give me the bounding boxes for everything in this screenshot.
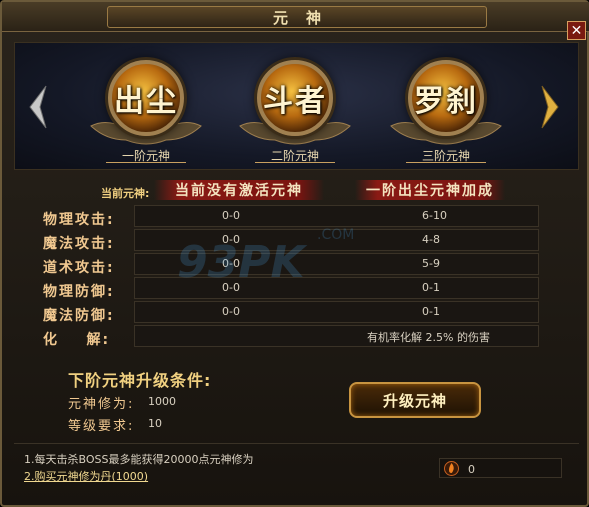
- tier-glyph: 斗者: [257, 60, 333, 136]
- tier-2-orb[interactable]: 斗者 二阶元神: [235, 60, 355, 170]
- tier-3-orb[interactable]: 罗刹 三阶元神: [386, 60, 506, 170]
- stat-current: 0-0: [222, 305, 240, 318]
- stat-next: 6-10: [422, 209, 447, 222]
- stat-current: 0-0: [222, 281, 240, 294]
- requirement-value: 10: [148, 417, 162, 430]
- buy-link[interactable]: 2.购买元神修为丹(1000): [24, 468, 148, 484]
- stat-cell: [134, 229, 539, 251]
- tier-glyph: 出尘: [108, 60, 184, 136]
- tier-1-orb[interactable]: 出尘 一阶元神: [86, 60, 206, 170]
- stat-cell: [134, 301, 539, 323]
- stat-label: 魔法防御:: [43, 308, 115, 324]
- current-status-banner: 当前没有激活元神: [154, 180, 324, 200]
- flame-icon: [444, 461, 459, 476]
- stats-table: 物理攻击: 0-0 6-10 魔法攻击: 0-0 4-8 道术攻击: 0-0 5…: [14, 205, 579, 351]
- close-button[interactable]: ✕: [567, 21, 586, 40]
- stat-next: 0-1: [422, 281, 440, 294]
- stat-row: 魔法攻击: 0-0 4-8: [14, 229, 579, 252]
- requirement-label: 元神修为:: [68, 397, 135, 412]
- currency-display: 0: [439, 458, 562, 478]
- bonus-banner: 一阶出尘元神加成: [355, 180, 505, 200]
- stat-label: 道术攻击:: [43, 260, 115, 276]
- tier-label: 三阶元神: [406, 147, 486, 163]
- upgrade-button[interactable]: 升级元神: [349, 382, 481, 418]
- window-title: 元神: [107, 6, 487, 28]
- stat-cell: [134, 205, 539, 227]
- stat-current: 0-0: [222, 209, 240, 222]
- stat-cell: [134, 277, 539, 299]
- stat-next: 5-9: [422, 257, 440, 270]
- stat-row: 物理防御: 0-0 0-1: [14, 277, 579, 300]
- stat-current: 0-0: [222, 233, 240, 246]
- tier-glyph: 罗刹: [408, 60, 484, 136]
- stat-row: 道术攻击: 0-0 5-9: [14, 253, 579, 276]
- stat-label: 魔法攻击:: [43, 236, 115, 252]
- tier-label: 二阶元神: [255, 147, 335, 163]
- stat-next: 4-8: [422, 233, 440, 246]
- tips-panel: 1.每天击杀BOSS最多能获得20000点元神修为 2.购买元神修为丹(1000…: [14, 443, 579, 495]
- stat-row: 化 解: 有机率化解 2.5% 的伤害: [14, 325, 579, 348]
- upgrade-title: 下阶元神升级条件:: [68, 371, 212, 390]
- requirement-label: 等级要求:: [68, 419, 135, 434]
- stat-next: 0-1: [422, 305, 440, 318]
- tip-text: 1.每天击杀BOSS最多能获得20000点元神修为: [24, 453, 254, 466]
- stat-label: 化 解:: [43, 332, 111, 348]
- stat-cell: [134, 253, 539, 275]
- tier-label: 一阶元神: [106, 147, 186, 163]
- title-bar: 元神: [2, 2, 589, 32]
- chevron-left-icon[interactable]: [28, 84, 48, 130]
- upgrade-panel: 下阶元神升级条件: 元神修为: 1000 等级要求: 10 升级元神: [14, 358, 579, 438]
- stat-label: 物理防御:: [43, 284, 115, 300]
- requirement-value: 1000: [148, 395, 176, 408]
- stat-label: 物理攻击:: [43, 212, 115, 228]
- currency-value: 0: [468, 463, 475, 476]
- stat-row: 物理攻击: 0-0 6-10: [14, 205, 579, 228]
- stat-current: 0-0: [222, 257, 240, 270]
- stat-row: 魔法防御: 0-0 0-1: [14, 301, 579, 324]
- yuanshen-window: 元神 ✕ 出尘 一阶元神 斗者 二阶元神 罗刹 三阶元神 当前元神: 当前没有激…: [0, 0, 589, 507]
- stat-value: 有机率化解 2.5% 的伤害: [367, 331, 490, 344]
- current-label: 当前元神:: [101, 187, 150, 200]
- chevron-right-icon[interactable]: [540, 84, 560, 130]
